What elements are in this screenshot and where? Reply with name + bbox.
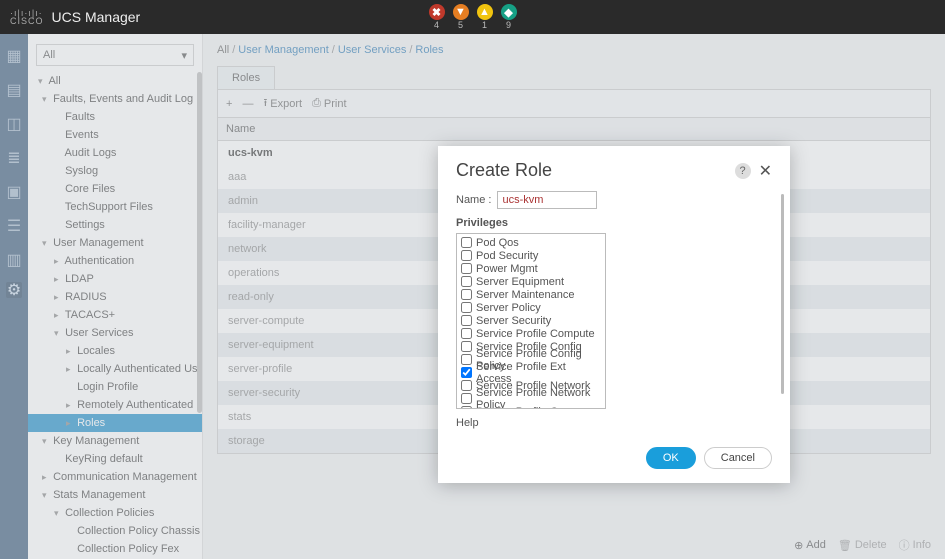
- privilege-label: Pod Security: [476, 250, 538, 262]
- privilege-checkbox[interactable]: [461, 367, 472, 378]
- privilege-row[interactable]: Service Profile Compute: [457, 327, 605, 340]
- privilege-label: Pod Qos: [476, 237, 519, 249]
- alert-badge[interactable]: ▲1: [477, 4, 493, 30]
- dialog-title: Create Role: [456, 160, 552, 181]
- cancel-button[interactable]: Cancel: [704, 447, 772, 469]
- privilege-row[interactable]: Server Security: [457, 314, 605, 327]
- privilege-label: Server Security: [476, 315, 551, 327]
- privilege-row[interactable]: Server Maintenance: [457, 288, 605, 301]
- privilege-row[interactable]: Pod Qos: [457, 236, 605, 249]
- privilege-label: Power Mgmt: [476, 263, 538, 275]
- privilege-row[interactable]: Power Mgmt: [457, 262, 605, 275]
- privilege-label: Server Policy: [476, 302, 541, 314]
- name-field-label: Name :: [456, 194, 491, 206]
- privilege-row[interactable]: Service Profile Ext Access: [457, 366, 605, 379]
- dialog-help-label: Help: [456, 417, 772, 429]
- app-header: ·ı|ı·ı|ı·CISCO UCS Manager ✖4 ▼5 ▲1 ◆9: [0, 0, 945, 34]
- privilege-label: Service Profile Compute: [476, 328, 595, 340]
- privilege-row[interactable]: Server Policy: [457, 301, 605, 314]
- create-role-dialog: Create Role ? ✕ Name : Privileges Pod Qo…: [438, 146, 790, 483]
- privilege-checkbox[interactable]: [461, 237, 472, 248]
- privilege-label: Service Profile Qos: [476, 406, 570, 410]
- privilege-checkbox[interactable]: [461, 250, 472, 261]
- cisco-logo: ·ı|ı·ı|ı·CISCO: [10, 9, 44, 25]
- alert-badge[interactable]: ◆9: [501, 4, 517, 30]
- privilege-checkbox[interactable]: [461, 406, 472, 409]
- privilege-checkbox[interactable]: [461, 341, 472, 352]
- help-icon[interactable]: ?: [735, 163, 751, 179]
- alert-badge[interactable]: ▼5: [453, 4, 469, 30]
- close-icon[interactable]: ✕: [759, 161, 772, 181]
- privilege-label: Server Maintenance: [476, 289, 574, 301]
- scrollbar[interactable]: [781, 194, 784, 394]
- privilege-checkbox[interactable]: [461, 276, 472, 287]
- privilege-checkbox[interactable]: [461, 302, 472, 313]
- privilege-row[interactable]: Pod Security: [457, 249, 605, 262]
- name-field[interactable]: [497, 191, 597, 209]
- alert-count: 9: [506, 20, 511, 30]
- privilege-checkbox[interactable]: [461, 263, 472, 274]
- alert-badges: ✖4 ▼5 ▲1 ◆9: [429, 4, 517, 30]
- alert-icon: ✖: [429, 4, 445, 20]
- privilege-checkbox[interactable]: [461, 393, 472, 404]
- alert-count: 1: [482, 20, 487, 30]
- privilege-row[interactable]: Service Profile Network Policy: [457, 392, 605, 405]
- privilege-label: Server Equipment: [476, 276, 564, 288]
- alert-badge[interactable]: ✖4: [429, 4, 445, 30]
- privilege-checkbox[interactable]: [461, 354, 472, 365]
- privileges-label: Privileges: [456, 217, 772, 229]
- privilege-checkbox[interactable]: [461, 328, 472, 339]
- alert-count: 5: [458, 20, 463, 30]
- alert-count: 4: [434, 20, 439, 30]
- ok-button[interactable]: OK: [646, 447, 696, 469]
- app-title: UCS Manager: [52, 9, 141, 25]
- privileges-list[interactable]: Pod QosPod SecurityPower MgmtServer Equi…: [456, 233, 606, 409]
- alert-icon: ▼: [453, 4, 469, 20]
- privilege-checkbox[interactable]: [461, 380, 472, 391]
- alert-icon: ▲: [477, 4, 493, 20]
- privilege-checkbox[interactable]: [461, 289, 472, 300]
- alert-icon: ◆: [501, 4, 517, 20]
- privilege-row[interactable]: Server Equipment: [457, 275, 605, 288]
- privilege-checkbox[interactable]: [461, 315, 472, 326]
